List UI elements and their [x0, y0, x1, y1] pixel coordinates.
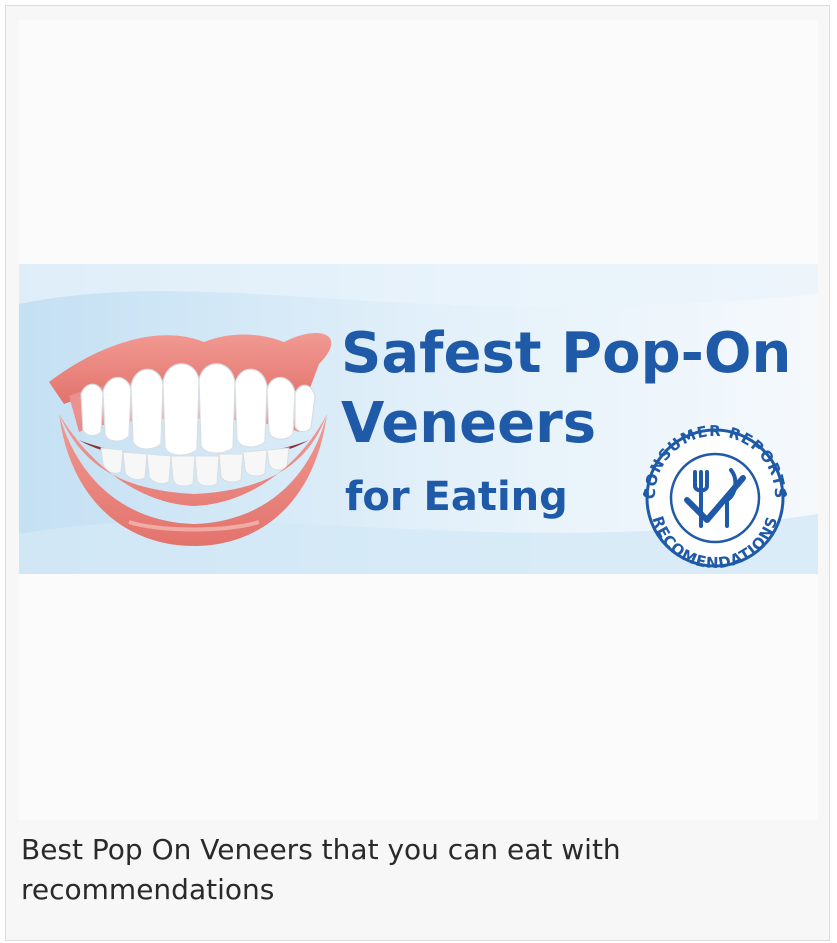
- banner-title-line-3: for Eating: [345, 474, 568, 520]
- article-image[interactable]: Safest Pop-On Veneers for Eating CONSUME…: [19, 20, 818, 820]
- veneers-banner: Safest Pop-On Veneers for Eating CONSUME…: [19, 264, 818, 574]
- image-caption: Best Pop On Veneers that you can eat wit…: [21, 833, 621, 906]
- banner-graphic: Safest Pop-On Veneers for Eating CONSUME…: [19, 264, 818, 574]
- banner-title-line-1: Safest Pop-On: [341, 321, 791, 386]
- image-card: Safest Pop-On Veneers for Eating CONSUME…: [5, 5, 830, 941]
- banner-title-line-2: Veneers: [341, 391, 596, 456]
